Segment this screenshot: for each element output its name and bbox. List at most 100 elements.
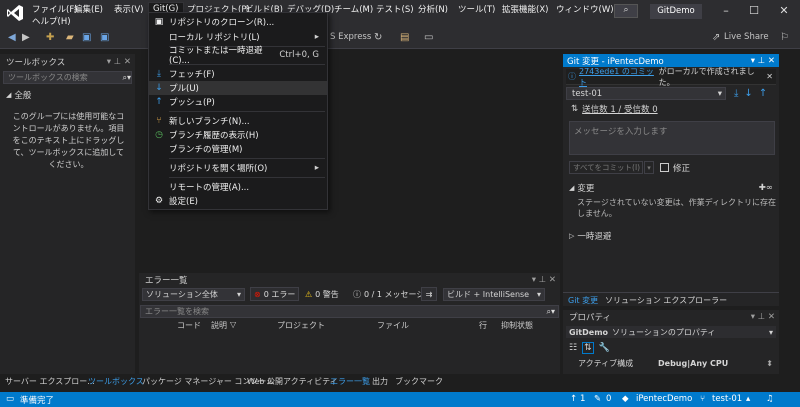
error-list-search-input[interactable]: エラー一覧を検索 ⌕▾ [140, 305, 559, 318]
sync-link[interactable]: 送信数 1 / 受信数 0 [582, 103, 658, 115]
property-row-active-config[interactable]: アクティブ構成 Debug|Any CPU ⬍ [566, 358, 776, 369]
messages-filter-button[interactable]: ⓘ 0 / 1 メッセージ [349, 287, 428, 301]
status-branch[interactable]: test-01 [712, 394, 742, 404]
error-list-panel: エラー一覧 ▾ ⊥ ✕ ソリューション全体 ▾ ⊗ 0 エラー ⚠ 0 警告 ⓘ 0 /… [139, 273, 560, 374]
tab-toolbox[interactable]: ツールボックス [88, 376, 144, 387]
live-share-button[interactable]: Live Share [724, 32, 769, 42]
properties-object-select[interactable]: GitDemo ソリューションのプロパティ ▾ [566, 326, 776, 338]
menu-extensions[interactable]: 拡張機能(X) [498, 2, 552, 16]
commit-link[interactable]: 2743ede1 のコミット [579, 66, 659, 88]
menu-item-pull[interactable]: ↓ プル(U) [149, 81, 327, 95]
toolbox-group-label: 全般 [14, 91, 32, 101]
fetch-icon[interactable]: ⤓ [734, 88, 738, 99]
tab-error-list[interactable]: エラー一覧 [330, 376, 370, 387]
pull-icon[interactable]: ↓ [744, 88, 752, 99]
chevron-down-icon[interactable]: ▾ [644, 161, 654, 174]
tab-output[interactable]: 出力 [372, 376, 388, 387]
feedback-icon[interactable]: ⚐ [780, 32, 789, 43]
panel-controls[interactable]: ▾ ⊥ ✕ [107, 57, 131, 67]
menu-window[interactable]: ウィンドウ(W) [552, 2, 618, 16]
menu-item-manage-remotes[interactable]: リモートの管理(A)... [149, 180, 327, 194]
branch-select[interactable]: test-01 ▾ [566, 87, 726, 100]
menu-item-commit-stash[interactable]: コミットまたは一時退避(C)... Ctrl+0, G [149, 46, 327, 66]
commit-all-button[interactable]: すべてをコミット(I) [569, 161, 643, 174]
column-code[interactable]: コード [177, 320, 201, 331]
tab-bookmarks[interactable]: ブックマーク [395, 376, 443, 387]
pencil-icon: ✎ [594, 394, 602, 404]
save-all-icon[interactable]: ▣ [100, 32, 109, 43]
column-description[interactable]: 説明 [211, 320, 227, 331]
warning-icon: ⚠ [305, 289, 313, 299]
screen-icon[interactable]: ▭ [424, 32, 433, 43]
column-suppression[interactable]: 抑制状態 [501, 320, 533, 331]
tab-solution-explorer[interactable]: ソリューション エクスプローラー [605, 295, 727, 306]
amend-checkbox[interactable] [660, 163, 669, 172]
menu-help[interactable]: ヘルプ(H) [28, 14, 75, 28]
build-filter-value: ビルド + IntelliSense [447, 290, 530, 299]
column-line[interactable]: 行 [479, 320, 487, 331]
menu-item-open-repo-location[interactable]: リポジトリを開く場所(O) ▸ [149, 161, 327, 175]
push-icon[interactable]: ↑ [759, 88, 767, 99]
scroll-arrows-icon[interactable]: ⬍ [766, 359, 773, 368]
open-folder-icon[interactable]: ▰ [66, 32, 74, 43]
panel-controls[interactable]: ▾ ⊥ ✕ [751, 56, 775, 66]
status-up-count[interactable]: 1 [580, 394, 585, 404]
column-project[interactable]: プロジェクト [277, 320, 325, 331]
tab-web-publish-activity[interactable]: Web 公開アクティビティ [247, 376, 338, 387]
maximize-button[interactable]: ☐ [740, 3, 768, 19]
menu-item-manage-branches[interactable]: ブランチの管理(M) [149, 142, 327, 156]
categorized-icon[interactable]: ☷ [569, 343, 577, 353]
menu-item-settings[interactable]: ⚙ 設定(E) [149, 194, 327, 208]
status-changes-count[interactable]: 0 [606, 394, 611, 404]
close-banner-icon[interactable]: ✕ [766, 72, 773, 81]
menu-item-local-repo[interactable]: ローカル リポジトリ(L) ▸ [149, 30, 327, 44]
menu-item-push[interactable]: ↑ プッシュ(P) [149, 95, 327, 109]
menu-team[interactable]: チーム(M) [330, 2, 377, 16]
panel-controls[interactable]: ▾ ⊥ ✕ [532, 275, 556, 285]
new-branch-icon: ⑂ [156, 116, 162, 126]
menu-item-new-branch[interactable]: ⑂ 新しいブランチ(N)... [149, 114, 327, 128]
alphabetical-icon[interactable]: ⇅ [582, 342, 594, 354]
close-window-button[interactable]: ✕ [770, 3, 798, 19]
panel-controls[interactable]: ▾ ⊥ ✕ [751, 312, 775, 322]
menu-edit[interactable]: 編集(E) [70, 2, 107, 16]
commit-message-input[interactable]: メッセージを入力します [569, 121, 775, 155]
expand-triangle-icon[interactable]: ▷ [569, 232, 574, 240]
menu-view[interactable]: 表示(V) [110, 2, 147, 16]
minimize-button[interactable]: – [712, 3, 740, 19]
solution-name-badge[interactable]: GitDemo [650, 4, 702, 19]
save-icon[interactable]: ▣ [82, 32, 91, 43]
collapse-triangle-icon[interactable]: ◢ [569, 184, 574, 192]
sort-chevron-icon[interactable]: ▽ [230, 320, 236, 329]
toolbox-search-input[interactable]: ツールボックスの検索 ⌕▾ [3, 71, 132, 84]
new-project-icon[interactable]: ✚ [46, 32, 54, 43]
toolbox-group-general[interactable]: ◢ 全般 [6, 89, 135, 101]
tab-git-changes[interactable]: Git 変更 [568, 295, 598, 306]
stage-all-icon[interactable]: ✚∞ [759, 183, 773, 193]
build-filter-select[interactable]: ビルド + IntelliSense ▾ [443, 288, 545, 301]
menu-item-clone[interactable]: ▣ リポジトリのクローン(R)... [149, 15, 327, 29]
errors-filter-button[interactable]: ⊗ 0 エラー [250, 287, 300, 301]
column-file[interactable]: ファイル [377, 320, 409, 331]
back-icon[interactable]: ◀ [8, 32, 16, 43]
scope-select[interactable]: ソリューション全体 ▾ [142, 288, 245, 301]
search-button[interactable]: ⌕ [614, 4, 638, 18]
wrench-icon[interactable]: 🔧 [599, 343, 610, 353]
filter-toggle-button[interactable]: ⇉ [421, 287, 437, 301]
notification-bell-icon[interactable]: ♫ [766, 394, 774, 404]
menu-analyze[interactable]: 分析(N) [414, 2, 452, 16]
menu-item-branch-history[interactable]: ◷ ブランチ履歴の表示(H) [149, 128, 327, 142]
refresh-icon[interactable]: ↻ [374, 32, 382, 43]
browser-icon[interactable]: ▤ [400, 32, 409, 43]
forward-icon[interactable]: ▶ [22, 32, 30, 43]
property-value: Debug|Any CPU [658, 359, 729, 368]
title-menu-bar: ファイル(F) 編集(E) 表示(V) Git(G) プロジェクト(P) ビルド… [0, 0, 800, 29]
tab-server-explorer[interactable]: サーバー エクスプロー... [5, 376, 95, 387]
menu-item-fetch[interactable]: ⤓ フェッチ(F) [149, 67, 327, 81]
menu-test[interactable]: テスト(S) [372, 2, 418, 16]
status-repo[interactable]: iPentecDemo [636, 394, 692, 404]
run-target[interactable]: S Express [330, 32, 371, 42]
info-icon: ⓘ [353, 289, 361, 299]
menu-tools[interactable]: ツール(T) [454, 2, 499, 16]
warnings-filter-button[interactable]: ⚠ 0 警告 [301, 287, 343, 301]
